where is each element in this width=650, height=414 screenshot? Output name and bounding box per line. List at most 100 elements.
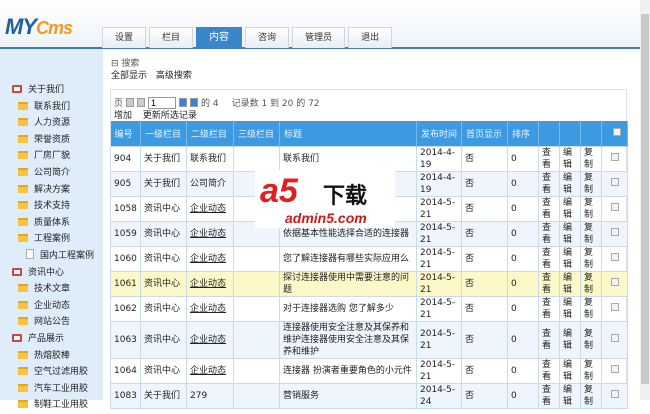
sidebar-item[interactable]: 产品展示 xyxy=(0,331,103,348)
view-link[interactable]: 查看 xyxy=(538,245,560,272)
table-row[interactable]: 1062 资讯中心 企业动态 对于连接器选购 您了解多少 2014-5-21 否 0 查看 编辑… xyxy=(110,295,628,322)
edit-link[interactable]: 编辑 xyxy=(559,382,581,409)
edit-link[interactable]: 编辑 xyxy=(559,245,581,272)
select-all-checkbox[interactable] xyxy=(612,127,621,136)
row-checkbox[interactable] xyxy=(610,202,619,211)
copy-link[interactable]: 复制 xyxy=(580,220,602,247)
cell-title: 探讨连接器使用中需要注意的问题 xyxy=(279,270,417,297)
table-row[interactable]: 1060 资讯中心 企业动态 您了解连接器有哪些实际应用么 2014-5-21 否 0 查看编… xyxy=(110,245,628,272)
row-checkbox[interactable] xyxy=(610,364,619,373)
copy-link[interactable]: 复制 xyxy=(580,195,602,222)
first-page-icon[interactable] xyxy=(126,98,135,107)
view-link[interactable]: 查看 xyxy=(538,145,560,172)
copy-link[interactable]: 复制 xyxy=(580,145,602,172)
view-link[interactable]: 查看 xyxy=(538,295,560,322)
edit-link[interactable]: 编辑 xyxy=(559,270,581,297)
tab-0[interactable]: 设置 xyxy=(102,27,147,48)
show-all-link[interactable]: 全部显示 xyxy=(111,71,147,81)
column-header: 三级栏目 xyxy=(233,121,280,146)
sidebar-item-label: 公司简介 xyxy=(34,168,71,178)
tab-4[interactable]: 管理员 xyxy=(292,27,346,48)
edit-link[interactable]: 编辑 xyxy=(559,145,581,172)
sidebar-item[interactable]: 国内工程案例 xyxy=(0,248,103,265)
prev-page-icon[interactable] xyxy=(137,98,146,107)
cell-c1: 资讯中心 xyxy=(140,320,187,359)
advanced-search-link[interactable]: 高级搜索 xyxy=(156,71,192,81)
checkbox-cell xyxy=(601,170,628,197)
table-row[interactable]: 1083 关于我们 279 营销服务 2014-5-24 否 0 查看 编辑 复制 xyxy=(110,382,628,409)
column-header xyxy=(601,121,628,146)
sidebar-item[interactable]: 资讯中心 xyxy=(0,265,103,282)
row-checkbox[interactable] xyxy=(610,252,619,261)
view-link[interactable]: 查看 xyxy=(538,320,560,359)
next-page-icon[interactable] xyxy=(179,98,188,107)
sidebar-item[interactable]: 技术支持 xyxy=(0,198,103,215)
sidebar-item[interactable]: 热熔胶棒 xyxy=(0,348,103,365)
sidebar-item[interactable]: 关于我们 xyxy=(0,82,103,99)
page-input[interactable] xyxy=(148,96,177,109)
watermark: a5 下载 admin5.com xyxy=(255,170,395,228)
table-row[interactable]: 1061 资讯中心 企业动态 探讨连接器使用中需要注意的问题 2014-5-21 否 0 查看… xyxy=(110,270,628,297)
row-checkbox[interactable] xyxy=(610,227,619,236)
row-checkbox[interactable] xyxy=(610,333,619,342)
sidebar-item[interactable]: 工程案例 xyxy=(0,231,103,248)
row-checkbox[interactable] xyxy=(610,277,619,286)
row-checkbox[interactable] xyxy=(610,389,619,398)
view-link[interactable]: 查看 xyxy=(538,220,560,247)
copy-link[interactable]: 复制 xyxy=(580,320,602,359)
view-link[interactable]: 查看 xyxy=(538,195,560,222)
copy-link[interactable]: 复制 xyxy=(580,170,602,197)
view-link[interactable]: 查看 xyxy=(538,270,560,297)
view-link[interactable]: 查看 xyxy=(538,382,560,409)
view-link[interactable]: 查看 xyxy=(538,357,560,384)
copy-link[interactable]: 复制 xyxy=(580,295,602,322)
last-page-icon[interactable] xyxy=(190,98,199,107)
sidebar-item[interactable]: 空气过滤用胶 xyxy=(0,364,103,381)
edit-link[interactable]: 编辑 xyxy=(559,295,581,322)
tab-5[interactable]: 退出 xyxy=(348,27,393,48)
copy-link[interactable]: 复制 xyxy=(580,245,602,272)
edit-link[interactable]: 编辑 xyxy=(559,195,581,222)
table-row[interactable]: 1064 资讯中心 企业动态 连接器 扮演者重要角色的小元件 2014-5-21 否 0 查看… xyxy=(110,357,628,384)
sidebar-item[interactable]: 荣誉资质 xyxy=(0,132,103,149)
sidebar-item[interactable]: 联系我们 xyxy=(0,99,103,116)
tab-2[interactable]: 内容 xyxy=(196,27,243,48)
row-checkbox[interactable] xyxy=(610,152,619,161)
sidebar-item-label: 热熔胶棒 xyxy=(34,350,71,361)
cell-c1: 关于我们 xyxy=(140,382,187,409)
scrollbar-thumb[interactable] xyxy=(641,14,649,384)
column-header: 一级栏目 xyxy=(140,121,187,146)
copy-link[interactable]: 复制 xyxy=(580,270,602,297)
sidebar-item[interactable]: 质量体系 xyxy=(0,215,103,232)
cell-c2: 企业动态 xyxy=(186,270,234,297)
row-checkbox[interactable] xyxy=(610,177,619,186)
edit-link[interactable]: 编辑 xyxy=(559,320,581,359)
cell-date: 2014-5-21 xyxy=(416,220,462,247)
sidebar-item[interactable]: 企业动态 xyxy=(0,298,103,315)
sidebar-item[interactable]: 厂房厂貌 xyxy=(0,148,103,165)
table-row[interactable]: 1063 资讯中心 企业动态 连接器使用安全注意及其保养和维护连接器使用安全注意及其保… xyxy=(110,320,628,359)
edit-link[interactable]: 编辑 xyxy=(559,220,581,247)
copy-link[interactable]: 复制 xyxy=(580,382,602,409)
row-checkbox[interactable] xyxy=(610,302,619,311)
edit-link[interactable]: 编辑 xyxy=(559,357,581,384)
edit-link[interactable]: 编辑 xyxy=(559,170,581,197)
sidebar-item[interactable]: 人力资源 xyxy=(0,115,103,132)
column-header: 发布时间 xyxy=(416,121,462,146)
column-header: 二级栏目 xyxy=(186,121,234,146)
sidebar-item[interactable]: 网站公告 xyxy=(0,314,103,331)
sidebar-item[interactable]: 解决方案 xyxy=(0,182,103,199)
sidebar-item[interactable]: 公司简介 xyxy=(0,165,103,182)
copy-link[interactable]: 复制 xyxy=(580,357,602,384)
sidebar-item[interactable]: 汽车工业用胶 xyxy=(0,381,103,398)
logo[interactable]: MYCms xyxy=(5,14,73,40)
update-selected-button[interactable]: 更新所选记录 xyxy=(143,111,197,121)
cell-home: 否 xyxy=(461,382,508,409)
tab-3[interactable]: 咨询 xyxy=(245,27,290,48)
scrollbar[interactable] xyxy=(640,0,650,400)
add-button[interactable]: 增加 xyxy=(114,111,132,121)
sidebar-item[interactable]: 技术文章 xyxy=(0,281,103,298)
view-link[interactable]: 查看 xyxy=(538,170,560,197)
tab-1[interactable]: 栏目 xyxy=(149,27,194,48)
table-row[interactable]: 904 关于我们 联系我们 联系我们 2014-4-19 否 0 查看 编辑 复制 xyxy=(110,145,628,172)
